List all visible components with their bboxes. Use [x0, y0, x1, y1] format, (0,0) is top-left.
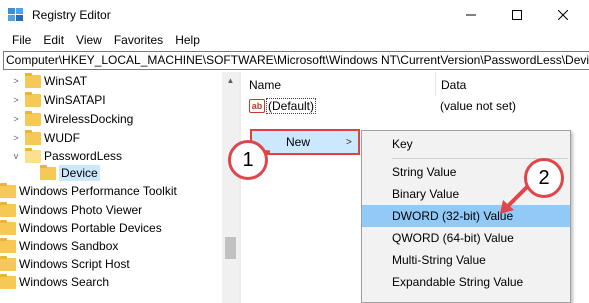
- tree-item-passwordless[interactable]: v PasswordLess: [10, 147, 122, 165]
- address-bar[interactable]: Computer\HKEY_LOCAL_MACHINE\SOFTWARE\Mic…: [3, 51, 589, 70]
- menu-help[interactable]: Help: [169, 30, 206, 50]
- folder-icon: [25, 129, 41, 145]
- tree-item-label: PasswordLess: [44, 149, 123, 163]
- value-name: (Default): [266, 98, 317, 114]
- menu-file[interactable]: File: [6, 30, 37, 50]
- tree-item-label-selected: Device: [59, 165, 100, 181]
- expand-icon[interactable]: >: [10, 76, 22, 86]
- column-header-data[interactable]: Data: [441, 78, 466, 92]
- menu-edit[interactable]: Edit: [37, 30, 70, 50]
- menu-favorites[interactable]: Favorites: [108, 30, 169, 50]
- tree-item-label: WinSATAPI: [44, 93, 106, 107]
- tree-item-label: Windows Script Host: [19, 257, 130, 271]
- submenu-item-dword-value[interactable]: DWORD (32-bit) Value: [362, 205, 570, 227]
- scroll-up-icon[interactable]: ▲: [222, 72, 239, 89]
- minimize-button[interactable]: [448, 0, 494, 30]
- submenu-item-multi-string-value[interactable]: Multi-String Value: [362, 249, 570, 271]
- tree-item-portable-devices[interactable]: Windows Portable Devices: [0, 219, 162, 237]
- tree-scrollbar[interactable]: ▲: [222, 72, 239, 303]
- submenu-item-qword-value[interactable]: QWORD (64-bit) Value: [362, 227, 570, 249]
- string-value-icon: ab: [249, 99, 265, 113]
- folder-icon: [0, 237, 16, 253]
- tree-item-label: Windows Photo Viewer: [19, 203, 143, 217]
- scroll-thumb[interactable]: [225, 237, 236, 259]
- tree-item-label: Windows Performance Toolkit: [19, 184, 177, 198]
- tree-item-winsat[interactable]: > WinSAT: [10, 72, 87, 90]
- folder-icon: [25, 72, 41, 88]
- registry-tree[interactable]: > WinSAT > WinSATAPI > WirelessDocking >…: [0, 72, 238, 303]
- window-title: Registry Editor: [32, 8, 111, 22]
- folder-icon: [0, 219, 16, 235]
- tree-item-device[interactable]: Device: [40, 164, 100, 182]
- folder-icon: [0, 273, 16, 289]
- step-badge-1: 1: [228, 140, 268, 180]
- maximize-icon: [512, 10, 522, 20]
- folder-icon: [0, 201, 16, 217]
- folder-icon: [0, 255, 16, 271]
- submenu-item-key[interactable]: Key: [362, 133, 570, 155]
- tree-item-label: WirelessDocking: [44, 112, 134, 126]
- collapse-icon[interactable]: v: [10, 151, 22, 161]
- title-bar: Registry Editor: [0, 0, 589, 30]
- close-icon: [558, 10, 568, 20]
- value-data: (value not set): [440, 99, 517, 113]
- expand-icon[interactable]: >: [10, 133, 22, 143]
- tree-item-script-host[interactable]: Windows Script Host: [0, 255, 130, 273]
- column-header-name[interactable]: Name: [249, 78, 281, 92]
- new-submenu: Key String Value Binary Value DWORD (32-…: [361, 130, 571, 303]
- folder-icon: [25, 91, 41, 107]
- tree-item-sandbox[interactable]: Windows Sandbox: [0, 237, 118, 255]
- tree-item-performance-toolkit[interactable]: Windows Performance Toolkit: [0, 182, 177, 200]
- open-folder-icon: [25, 147, 41, 163]
- value-row-default[interactable]: ab (Default) (value not set): [241, 97, 589, 115]
- tree-item-label: Windows Sandbox: [19, 239, 119, 253]
- column-separator[interactable]: [435, 72, 436, 96]
- submenu-arrow-icon: >: [346, 136, 352, 148]
- registry-editor-icon: [8, 8, 23, 21]
- tree-item-label: WUDF: [44, 131, 80, 145]
- tree-item-search[interactable]: Windows Search: [0, 273, 109, 291]
- submenu-item-expandable-string-value[interactable]: Expandable String Value: [362, 271, 570, 293]
- folder-icon: [0, 182, 16, 198]
- tree-item-wirelessdocking[interactable]: > WirelessDocking: [10, 110, 133, 128]
- folder-icon: [40, 164, 56, 180]
- context-menu-new[interactable]: New >: [250, 129, 360, 155]
- maximize-button[interactable]: [494, 0, 540, 30]
- tree-item-label: WinSAT: [44, 74, 88, 88]
- tree-item-wudf[interactable]: > WUDF: [10, 129, 80, 147]
- step-badge-2: 2: [524, 158, 564, 198]
- menu-bar: File Edit View Favorites Help: [0, 30, 589, 50]
- tree-item-photo-viewer[interactable]: Windows Photo Viewer: [0, 201, 142, 219]
- minimize-icon: [466, 14, 476, 16]
- tree-item-label: Windows Search: [19, 275, 110, 289]
- close-button[interactable]: [540, 0, 586, 30]
- folder-icon: [25, 110, 41, 126]
- tree-item-label: Windows Portable Devices: [19, 221, 162, 235]
- menu-view[interactable]: View: [70, 30, 108, 50]
- expand-icon[interactable]: >: [10, 95, 22, 105]
- tree-item-winsatapi[interactable]: > WinSATAPI: [10, 91, 106, 109]
- new-label: New: [286, 135, 311, 149]
- expand-icon[interactable]: >: [10, 114, 22, 124]
